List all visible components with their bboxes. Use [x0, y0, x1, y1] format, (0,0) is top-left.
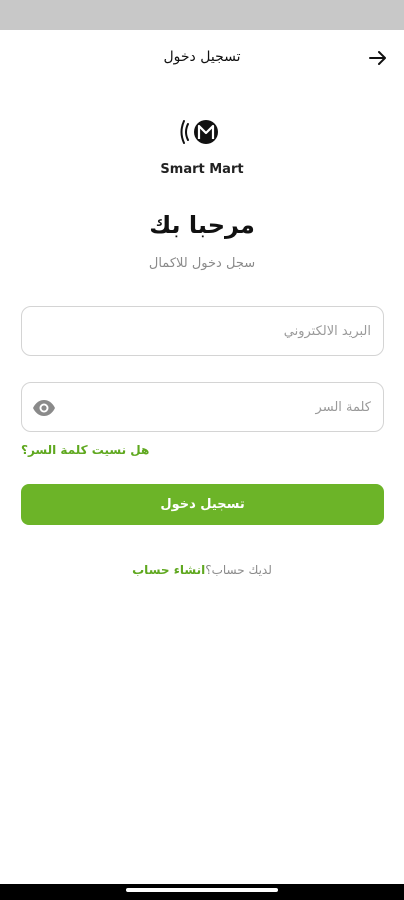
- brand-name: Smart Mart: [160, 162, 244, 177]
- signup-row: لديك حساب؟انشاء حساب: [0, 563, 404, 577]
- email-field-container: [21, 306, 384, 356]
- welcome-title: مرحبا بك: [149, 211, 255, 239]
- smart-mart-logo-icon: [180, 120, 218, 144]
- status-bar: [0, 0, 404, 30]
- signup-question: لديك حساب؟: [205, 563, 272, 577]
- home-indicator[interactable]: [126, 888, 278, 892]
- page-title: تسجيل دخول: [163, 49, 241, 65]
- eye-icon[interactable]: [32, 396, 56, 420]
- app-bar: تسجيل دخول: [0, 30, 404, 88]
- login-button[interactable]: تسجيل دخول: [21, 484, 384, 525]
- forgot-password-link[interactable]: هل نسيت كلمة السر؟: [21, 443, 149, 457]
- email-field[interactable]: [22, 307, 383, 355]
- arrow-right-icon: [369, 51, 386, 65]
- password-field-container: [21, 382, 384, 432]
- create-account-link[interactable]: انشاء حساب: [132, 563, 205, 577]
- back-button[interactable]: [364, 44, 392, 72]
- brand-logo: [0, 112, 404, 152]
- welcome-subtitle: سجل دخول للاكمال: [148, 256, 256, 271]
- password-field[interactable]: [22, 383, 383, 431]
- system-nav-bar: [0, 884, 404, 900]
